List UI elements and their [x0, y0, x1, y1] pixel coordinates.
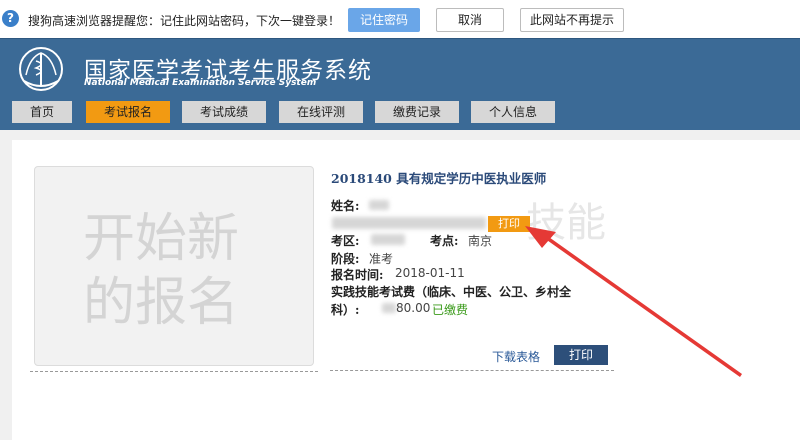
annotation-arrow — [525, 226, 742, 377]
